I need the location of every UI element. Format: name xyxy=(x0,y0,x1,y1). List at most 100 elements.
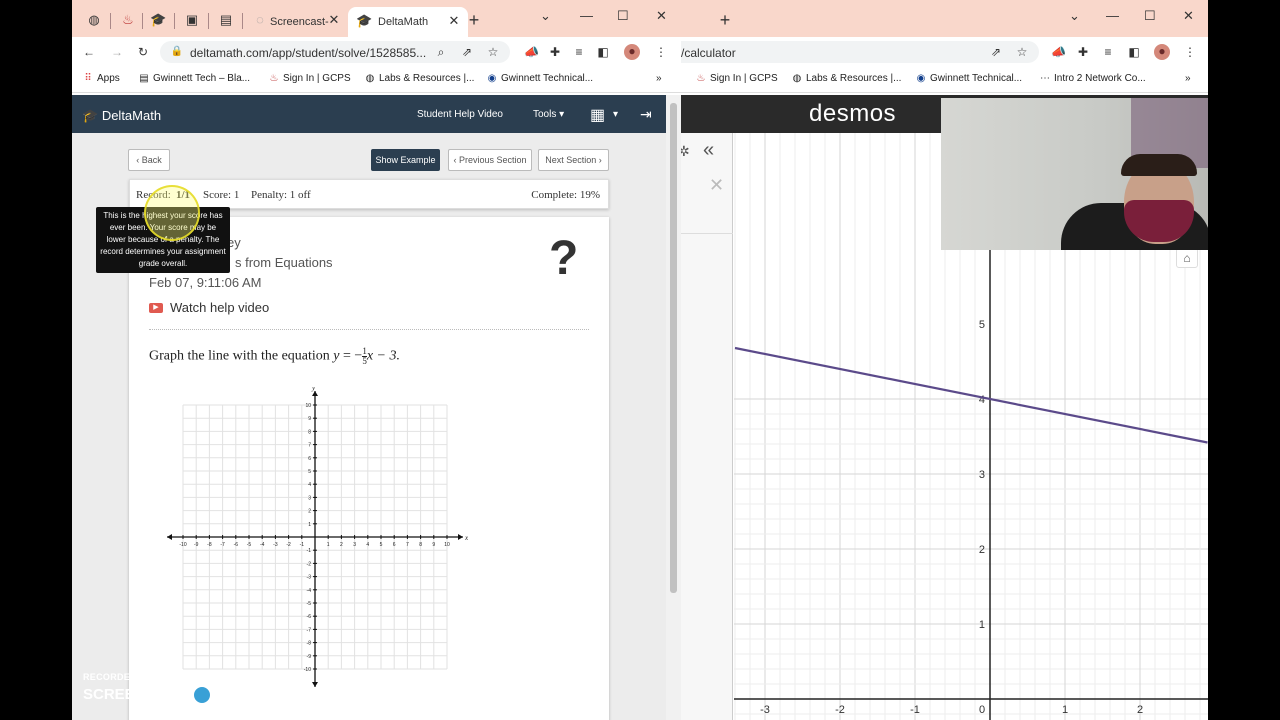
chevron-down-icon[interactable]: ⌄ xyxy=(540,8,551,24)
side-panel-icon[interactable]: ◧ xyxy=(596,45,610,59)
y-tick-label: -6 xyxy=(307,614,312,620)
show-example-button[interactable]: Show Example xyxy=(371,149,440,171)
gcps-icon[interactable]: ♨ xyxy=(120,12,136,28)
maximize-icon[interactable]: ☐ xyxy=(1144,8,1156,24)
scrollbar-thumb[interactable] xyxy=(670,103,677,593)
coordinate-grid[interactable]: -10 -10 -9 -9 -8 -8 -7 -7 -6 -6 -5 -5 -4 -4 -3 -3 -2 -2 -1… xyxy=(159,387,471,693)
settings-gear-icon[interactable]: ✲ xyxy=(681,143,690,160)
logout-icon[interactable]: ⇥ xyxy=(640,106,652,123)
close-icon[interactable]: ✕ xyxy=(709,175,724,196)
url-text[interactable]: /calculator xyxy=(681,46,736,60)
expression-list-collapsed: ✲ « ✕ xyxy=(681,133,733,720)
x-tick-label: 3 xyxy=(353,542,356,548)
forward-arrow-icon[interactable]: → xyxy=(110,45,124,59)
scrollbar[interactable] xyxy=(666,95,681,720)
x-tick-label: 10 xyxy=(444,542,450,548)
caret-down-icon: ▾ xyxy=(559,109,565,120)
x-tick-label: 2 xyxy=(1137,704,1143,716)
tools-menu[interactable]: Tools ▾ xyxy=(533,109,564,120)
bookmark-gwinnett-tech[interactable]: ▤ Gwinnett Tech – Bla... xyxy=(138,73,250,84)
deltamath-logo-text: DeltaMath xyxy=(101,108,162,123)
side-panel-icon[interactable]: ◧ xyxy=(1127,45,1141,59)
media-icon[interactable]: ≡ xyxy=(572,45,586,59)
graduation-cap-icon[interactable]: 🎓 xyxy=(150,12,166,28)
bookmark-label: Gwinnett Tech – Bla... xyxy=(153,73,251,84)
y-tick-label: 10 xyxy=(305,403,311,409)
maximize-icon[interactable]: ☐ xyxy=(617,8,629,24)
close-icon[interactable]: ✕ xyxy=(446,13,462,29)
close-window-icon[interactable]: ✕ xyxy=(656,8,667,24)
collapse-list-icon[interactable]: « xyxy=(703,139,714,162)
youtube-icon[interactable]: ▶ xyxy=(149,303,163,313)
menu-kebab-icon[interactable]: ⋮ xyxy=(1183,45,1197,59)
webcam-overlay xyxy=(941,98,1208,250)
watermark-left: SCREENCAST xyxy=(83,685,187,703)
watch-help-video-link[interactable]: Watch help video xyxy=(170,300,269,315)
bookmark-gwinnett-technical[interactable]: ◉ Gwinnett Technical... xyxy=(486,73,593,84)
watermark-right: MATIC xyxy=(216,685,264,703)
divider xyxy=(149,329,589,330)
lock-icon[interactable]: 🔒 xyxy=(170,45,184,59)
share-icon[interactable]: ⇗ xyxy=(460,45,474,59)
share-icon[interactable]: ⇗ xyxy=(989,45,1003,59)
previous-section-button[interactable]: ‹ Previous Section xyxy=(448,149,532,171)
desmos-logo[interactable]: desmos xyxy=(809,100,896,128)
y-tick-label: -4 xyxy=(307,588,312,594)
bookmark-labs[interactable]: ◍ Labs & Resources |... xyxy=(791,73,902,84)
next-section-button[interactable]: Next Section › xyxy=(538,149,609,171)
star-icon[interactable]: ☆ xyxy=(486,45,500,59)
network-icon: ⋯ xyxy=(1040,73,1050,84)
home-icon[interactable]: ⌂ xyxy=(1176,248,1198,268)
star-icon[interactable]: ☆ xyxy=(1015,45,1029,59)
bookmark-gwinnett-technical[interactable]: ◉ Gwinnett Technical... xyxy=(915,73,1022,84)
search-icon[interactable]: ⌕ xyxy=(434,45,448,59)
globe-icon[interactable]: ◍ xyxy=(86,12,102,28)
back-button[interactable]: ‹ Back xyxy=(128,149,170,171)
y-tick-label: -5 xyxy=(307,601,312,607)
question-mark-icon[interactable]: ? xyxy=(549,231,578,286)
problem-card: ey s from Equations Feb 07, 9:11:06 AM ?… xyxy=(129,217,609,720)
avatar[interactable]: ● xyxy=(624,44,640,60)
close-icon[interactable]: ✕ xyxy=(326,12,342,28)
x-tick-label: -3 xyxy=(273,542,278,548)
puzzle-icon[interactable]: ✚ xyxy=(548,45,562,59)
extension-megaphone-icon[interactable]: 📣 xyxy=(1051,45,1066,59)
x-tick-label: -7 xyxy=(220,542,225,548)
minimize-icon[interactable]: — xyxy=(580,8,593,23)
tab-screencast-label[interactable]: Screencast- xyxy=(270,16,329,28)
reload-icon[interactable]: ↻ xyxy=(136,45,150,59)
url-text[interactable]: deltamath.com/app/student/solve/1528585.… xyxy=(190,46,426,60)
more-bookmarks-icon[interactable]: » xyxy=(1185,73,1191,84)
y-tick-label: 2 xyxy=(979,544,985,556)
bookmark-labs[interactable]: ◍ Labs & Resources |... xyxy=(364,73,475,84)
blackboard-icon[interactable]: ▤ xyxy=(218,12,234,28)
media-icon[interactable]: ≡ xyxy=(1101,45,1115,59)
chevron-down-icon[interactable]: ⌄ xyxy=(1069,8,1080,24)
graphed-line xyxy=(734,346,1208,444)
close-window-icon[interactable]: ✕ xyxy=(1183,8,1194,24)
tab-deltamath[interactable]: 🎓 DeltaMath ✕ xyxy=(348,7,468,37)
graduation-cap-icon[interactable]: ▣ xyxy=(184,12,200,28)
new-tab-icon[interactable]: + xyxy=(717,11,733,29)
bookmark-gcps[interactable]: ♨ Sign In | GCPS xyxy=(268,73,351,84)
bookmark-intro-network[interactable]: ⋯ Intro 2 Network Co... xyxy=(1039,73,1146,84)
y-tick-label: 4 xyxy=(979,394,985,406)
y-tick-label: -3 xyxy=(307,575,312,581)
student-help-video-link[interactable]: Student Help Video xyxy=(417,109,503,120)
caret-down-icon[interactable]: ▾ xyxy=(613,109,618,120)
more-bookmarks-icon[interactable]: » xyxy=(656,73,662,84)
prev-label: Previous Section xyxy=(458,155,527,165)
minimize-icon[interactable]: — xyxy=(1106,8,1119,23)
calculator-icon[interactable]: ▦ xyxy=(590,105,605,125)
bookmark-gcps[interactable]: ♨ Sign In | GCPS xyxy=(695,73,778,84)
puzzle-icon[interactable]: ✚ xyxy=(1076,45,1090,59)
bookmark-apps[interactable]: ⠿ Apps xyxy=(82,73,119,84)
extension-megaphone-icon[interactable]: 📣 xyxy=(524,45,539,59)
menu-kebab-icon[interactable]: ⋮ xyxy=(654,45,668,59)
screencast-logo-icon xyxy=(190,684,213,706)
question-text: Graph the line with the equation y = −1 5… xyxy=(149,347,400,366)
deltamath-logo[interactable]: 🎓 DeltaMath xyxy=(82,108,161,124)
back-arrow-icon[interactable]: ← xyxy=(82,45,96,59)
avatar[interactable]: ● xyxy=(1154,44,1170,60)
new-tab-icon[interactable]: + xyxy=(466,11,482,29)
